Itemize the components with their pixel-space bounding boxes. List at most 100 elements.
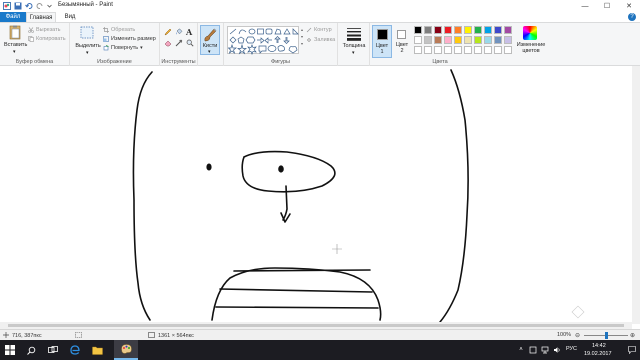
rotate-button[interactable]: Повернуть ▾	[103, 45, 143, 51]
palette-swatch[interactable]	[444, 46, 452, 54]
text-tool[interactable]: A	[186, 27, 192, 37]
paste-icon	[9, 25, 21, 40]
input-language[interactable]: РУС	[566, 346, 577, 352]
customize-toolbar-icon[interactable]	[47, 2, 52, 10]
zoom-in-icon[interactable]: ⊕	[630, 332, 635, 339]
network-tray-button[interactable]	[540, 340, 550, 360]
palette-swatch[interactable]	[484, 36, 492, 44]
minimize-button[interactable]: —	[574, 0, 596, 12]
color-picker-tool[interactable]	[175, 39, 183, 49]
drawing-canvas[interactable]	[0, 66, 632, 323]
palette-swatch[interactable]	[424, 26, 432, 34]
explorer-taskbar-button[interactable]	[86, 340, 108, 360]
palette-swatch[interactable]	[414, 36, 422, 44]
palette-swatch[interactable]	[434, 36, 442, 44]
palette-swatch[interactable]	[504, 26, 512, 34]
paste-button[interactable]: Вставить ▾	[4, 25, 27, 55]
fill-button[interactable]: Заливка	[306, 37, 335, 43]
right-eye-outline	[241, 150, 336, 193]
palette-swatch[interactable]	[474, 36, 482, 44]
shapes-gallery-scroll[interactable]: ▴ ▾ ▾	[300, 26, 304, 54]
save-icon[interactable]	[14, 2, 22, 10]
palette-swatch[interactable]	[484, 46, 492, 54]
paint-bucket-icon	[176, 28, 183, 35]
palette-swatch[interactable]	[434, 46, 442, 54]
palette-swatch[interactable]	[504, 36, 512, 44]
window-title: Безымянный - Paint	[58, 2, 113, 8]
palette-swatch[interactable]	[474, 26, 482, 34]
canvas-size: 1361 × 564пкс	[148, 332, 194, 340]
horizontal-scroll-thumb[interactable]	[8, 324, 624, 327]
palette-swatch[interactable]	[454, 26, 462, 34]
redo-icon[interactable]	[36, 2, 44, 10]
help-icon[interactable]: ?	[628, 13, 636, 21]
show-hidden-icons[interactable]: ˄	[516, 340, 526, 360]
tab-view[interactable]: Вид	[58, 12, 82, 22]
pencil-tool[interactable]	[164, 28, 172, 38]
paint-app-icon[interactable]	[3, 2, 11, 10]
palette-swatch[interactable]	[504, 46, 512, 54]
fill-tool[interactable]	[175, 28, 183, 38]
palette-swatch[interactable]	[414, 46, 422, 54]
palette-swatch[interactable]	[494, 46, 502, 54]
cut-button[interactable]: Вырезать	[28, 27, 60, 33]
clock-time[interactable]: 14:42	[592, 343, 606, 349]
horizontal-scrollbar[interactable]	[0, 322, 632, 329]
crop-label: Обрезать	[111, 27, 136, 33]
palette-swatch[interactable]	[444, 36, 452, 44]
zoom-slider-thumb[interactable]	[604, 332, 608, 339]
palette-swatch[interactable]	[464, 46, 472, 54]
tab-home[interactable]: Главная	[26, 12, 56, 22]
palette-swatch[interactable]	[444, 26, 452, 34]
palette-swatch[interactable]	[454, 46, 462, 54]
brushes-button[interactable]: Кисти ▾	[200, 25, 220, 55]
crop-button[interactable]: Обрезать	[103, 27, 135, 33]
zoom-slider[interactable]: ⊖ ⊕	[575, 331, 637, 339]
paint-taskbar-button[interactable]	[114, 340, 138, 360]
undo-icon[interactable]	[25, 2, 33, 10]
start-button[interactable]	[0, 340, 20, 360]
palette-swatch[interactable]	[454, 36, 462, 44]
clock-date[interactable]: 19.02.2017	[584, 351, 612, 357]
edit-colors-button[interactable]: Изменение цветов	[514, 25, 548, 59]
tray-notification[interactable]	[528, 340, 538, 360]
palette-swatch[interactable]	[464, 36, 472, 44]
outline-button[interactable]: Контур	[306, 27, 332, 33]
resize-button[interactable]: Изменить размер	[103, 36, 156, 42]
palette-swatch[interactable]	[414, 26, 422, 34]
palette-swatch[interactable]	[474, 46, 482, 54]
selection-size-icon	[75, 332, 82, 340]
tab-file[interactable]: Файл	[0, 12, 26, 22]
search-taskbar-button[interactable]	[20, 340, 42, 360]
edge-taskbar-button[interactable]	[64, 340, 86, 360]
close-button[interactable]: ✕	[618, 0, 640, 12]
maximize-button[interactable]: ☐	[596, 0, 618, 12]
zoom-out-icon[interactable]: ⊖	[575, 332, 580, 339]
size-group: Толщина ▾	[338, 23, 370, 66]
magnifier-tool[interactable]	[186, 39, 194, 49]
hexagon-shape-icon	[245, 36, 256, 44]
palette-swatch[interactable]	[494, 36, 502, 44]
palette-swatch[interactable]	[424, 46, 432, 54]
line-shape-icon	[229, 28, 237, 35]
rounded-rectangle-shape-icon	[265, 28, 273, 35]
size-button[interactable]: Толщина ▾	[340, 25, 368, 65]
palette-swatch[interactable]	[434, 26, 442, 34]
eraser-tool[interactable]	[164, 39, 172, 49]
palette-swatch[interactable]	[484, 26, 492, 34]
action-center-button[interactable]	[626, 340, 638, 360]
oval-shape-icon	[248, 28, 256, 35]
tray-people-icon	[529, 346, 537, 354]
copy-button[interactable]: Копировать	[28, 36, 66, 42]
select-button[interactable]: Выделить ▾	[75, 26, 101, 56]
magnifier-icon	[186, 39, 194, 47]
volume-tray-button[interactable]	[552, 340, 562, 360]
task-view-button[interactable]	[42, 340, 64, 360]
palette-swatch[interactable]	[494, 26, 502, 34]
palette-swatch[interactable]	[424, 36, 432, 44]
color2-button[interactable]: Цвет 2	[393, 25, 411, 58]
vertical-scrollbar[interactable]	[632, 66, 640, 324]
shapes-gallery[interactable]	[227, 26, 299, 55]
palette-swatch[interactable]	[464, 26, 472, 34]
color1-button[interactable]: Цвет 1	[372, 25, 392, 58]
